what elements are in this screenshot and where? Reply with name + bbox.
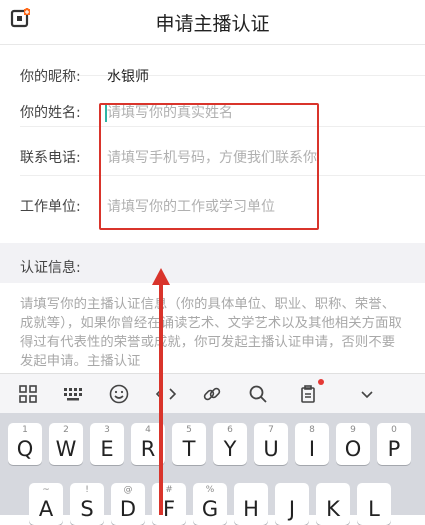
key-o[interactable]: 9O [336, 423, 370, 465]
soft-keyboard: 1Q 2W 3E 4R 5T 6Y 7U 8I 9O 0P ~ A ! S @ D #… [0, 413, 425, 525]
certification-section-header: 认证信息: [0, 243, 425, 283]
key-j[interactable]: J [275, 483, 309, 525]
phone-label: 联系电话: [20, 150, 81, 166]
key-t[interactable]: 5T [172, 423, 206, 465]
certification-description-input[interactable]: 请填写你的主播认证信息（你的具体单位、职业、职称、荣誉、成就等），如果你曾经在诵… [20, 295, 405, 371]
key-p[interactable]: 0P [377, 423, 411, 465]
key-f[interactable]: # F [152, 483, 186, 525]
emoji-icon[interactable] [108, 383, 130, 405]
key-i[interactable]: 8I [295, 423, 329, 465]
key-y[interactable]: 6Y [213, 423, 247, 465]
name-label: 你的姓名: [20, 105, 81, 121]
grid-icon[interactable] [17, 383, 39, 405]
key-q[interactable]: 1Q [8, 423, 42, 465]
key-w[interactable]: 2W [49, 423, 83, 465]
key-k[interactable]: K [316, 483, 350, 525]
key-g[interactable]: % G [193, 483, 227, 525]
nickname-row: 你的昵称: 水银师 [20, 45, 425, 84]
page-title: 申请主播认证 [155, 13, 270, 35]
keyboard-toolbar [0, 373, 425, 414]
chevron-down-icon[interactable] [356, 383, 378, 405]
keyboard-icon[interactable] [62, 383, 84, 405]
key-l[interactable]: L [357, 483, 391, 525]
clipboard-icon[interactable] [297, 383, 319, 405]
search-icon[interactable] [247, 383, 269, 405]
key-e[interactable]: 3E [90, 423, 124, 465]
key-d[interactable]: @ D [111, 483, 145, 525]
key-s[interactable]: ! S [70, 483, 104, 525]
annotation-highlight-box [99, 103, 319, 230]
notification-dot [318, 379, 324, 385]
code-icon[interactable] [155, 383, 177, 405]
key-a[interactable]: ~ A [29, 483, 63, 525]
header-bar: 申请主播认证 [0, 0, 425, 45]
key-r[interactable]: 4R [131, 423, 165, 465]
certification-label: 认证信息: [20, 260, 81, 276]
key-u[interactable]: 7U [254, 423, 288, 465]
link-icon[interactable] [201, 383, 223, 405]
key-h[interactable]: H [234, 483, 268, 525]
work-label: 工作单位: [20, 199, 81, 215]
